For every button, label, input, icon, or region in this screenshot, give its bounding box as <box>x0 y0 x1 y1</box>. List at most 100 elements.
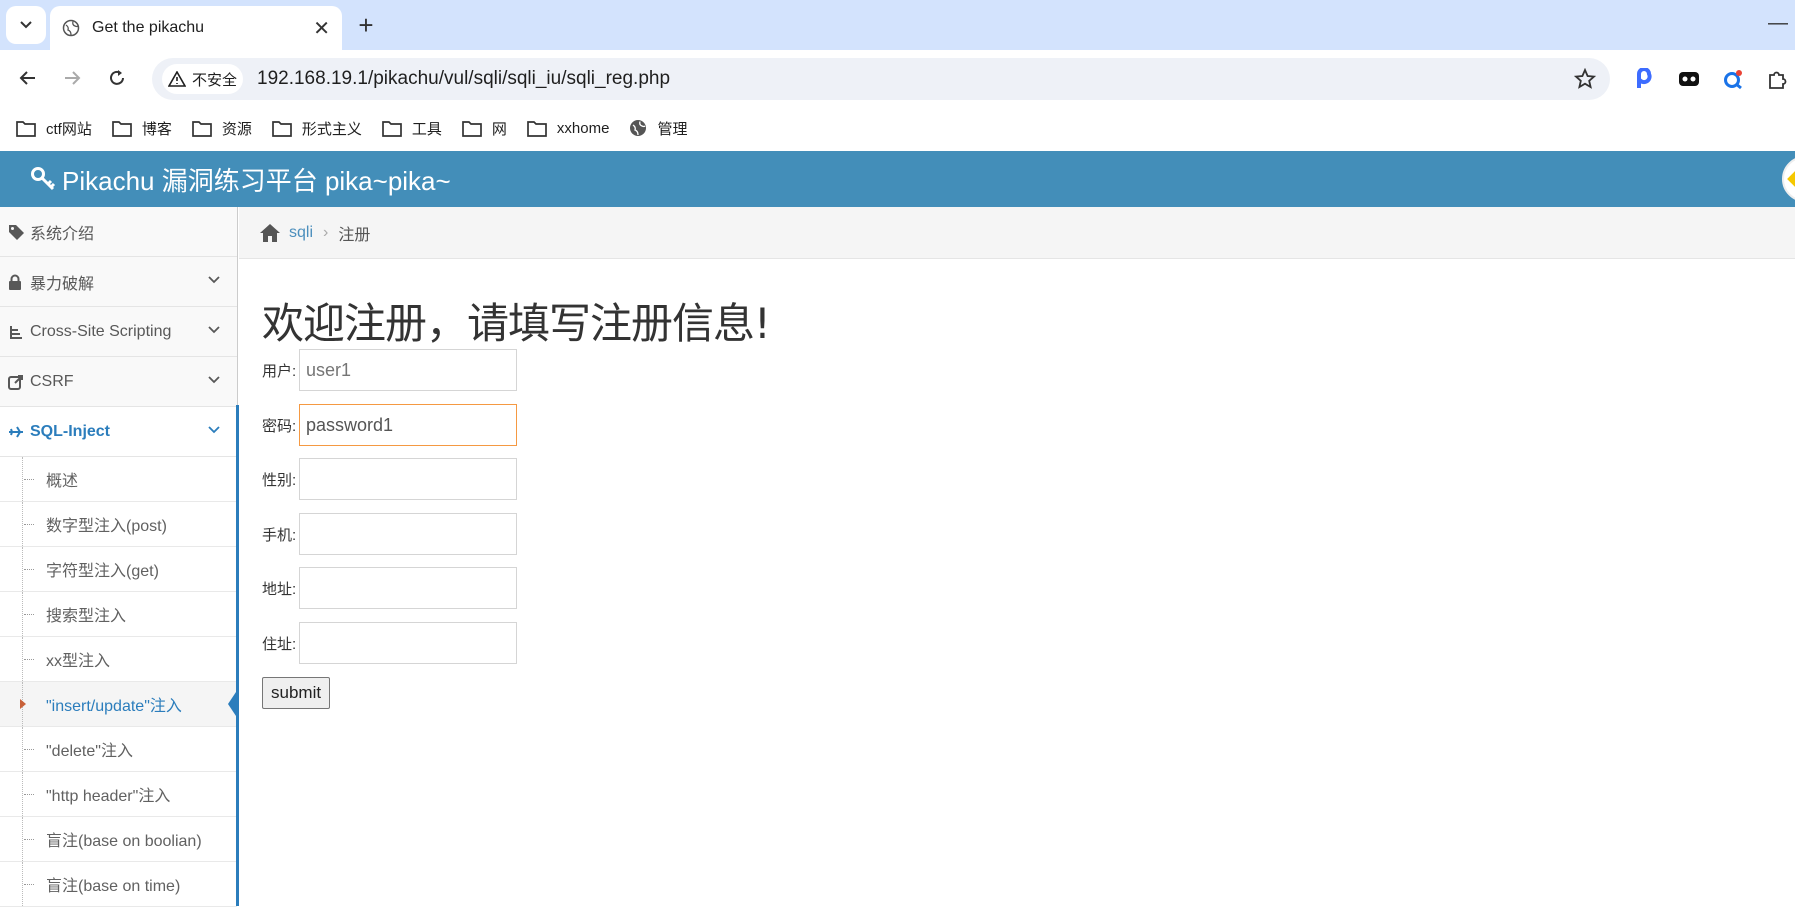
chevron-down-icon <box>208 426 220 434</box>
submenu-label: 概述 <box>46 473 79 490</box>
browser-tab[interactable]: Get the pikachu ✕ <box>50 6 342 50</box>
sidebar-item-label: 暴力破解 <box>30 275 95 293</box>
sidebar-item-label: Cross-Site Scripting <box>30 322 172 340</box>
sidebar-item-bruteforce[interactable]: 暴力破解 <box>0 257 237 307</box>
reload-icon <box>110 70 124 85</box>
submenu-label: "insert/update"注入 <box>46 698 182 715</box>
bookmark-item[interactable]: ctf网站 <box>16 118 92 139</box>
extension-search-icon[interactable] <box>1720 66 1746 92</box>
folder-icon <box>382 120 402 137</box>
sex-row: 性别: <box>262 458 517 500</box>
bookmark-label: 工具 <box>411 120 442 138</box>
sidebar-item-intro[interactable]: 系统介绍 <box>0 207 237 257</box>
phone-row: 手机: <box>262 513 517 555</box>
folder-icon <box>462 120 482 137</box>
bookmark-item[interactable]: xxhome <box>527 119 610 137</box>
bookmark-label: 资源 <box>221 120 252 138</box>
page-title: 欢迎注册，请填写注册信息! <box>262 299 771 348</box>
address-input[interactable] <box>299 567 517 609</box>
extensions-puzzle-icon[interactable] <box>1764 66 1790 92</box>
home-icon[interactable] <box>259 223 281 243</box>
submenu-label: "delete"注入 <box>46 743 133 760</box>
submenu-item[interactable]: "delete"注入 <box>0 727 237 772</box>
bookmark-item[interactable]: 工具 <box>382 118 442 139</box>
submenu-item-active[interactable]: "insert/update"注入 <box>0 682 238 727</box>
brand-title[interactable]: Pikachu 漏洞练习平台 pika~pika~ <box>62 161 451 198</box>
submenu-item[interactable]: 字符型注入(get) <box>0 547 237 592</box>
address-row: 地址: <box>262 567 517 609</box>
password-row: 密码: <box>262 404 517 446</box>
submenu-item[interactable]: 数字型注入(post) <box>0 502 237 547</box>
bookmark-item[interactable]: 博客 <box>111 118 172 139</box>
sidebar-item-label: 系统介绍 <box>30 225 95 243</box>
bookmarks-bar: ctf网站 博客 资源 形式主义 工具 网 xxhome 管理 <box>0 106 1795 150</box>
sex-input[interactable] <box>299 458 517 500</box>
extension-p-icon[interactable] <box>1632 66 1658 92</box>
tags-icon <box>8 224 30 240</box>
submenu-label: 数字型注入(post) <box>46 518 167 535</box>
submenu-label: xx型注入 <box>46 653 111 670</box>
sidebar-item-sqli[interactable]: SQL-Inject <box>0 407 237 457</box>
bookmark-item[interactable]: 形式主义 <box>272 118 362 139</box>
sitemap-icon <box>8 324 30 340</box>
address-bar[interactable]: 不安全 192.168.19.1/pikachu/vul/sqli/sqli_i… <box>152 58 1610 100</box>
submenu-item[interactable]: 搜索型注入 <box>0 592 237 637</box>
bookmark-item[interactable]: 管理 <box>629 118 687 139</box>
register-form: 欢迎注册，请填写注册信息! 用户: 密码: 性别: 手机: 地址: 住址: su… <box>262 290 771 709</box>
field-label: 手机: <box>262 526 297 544</box>
security-label: 不安全 <box>192 71 238 89</box>
submenu-item[interactable]: 盲注(base on time) <box>0 862 237 907</box>
phone-input[interactable] <box>299 513 517 555</box>
field-label: 地址: <box>262 580 297 598</box>
reload-button[interactable] <box>103 64 131 92</box>
back-button[interactable] <box>14 64 42 92</box>
url-text[interactable]: 192.168.19.1/pikachu/vul/sqli/sqli_iu/sq… <box>257 68 670 90</box>
bookmark-label: xxhome <box>556 119 610 137</box>
password-input[interactable] <box>299 404 517 446</box>
tab-search-button[interactable] <box>6 6 46 44</box>
caret-right-icon <box>20 699 26 709</box>
globe-icon <box>62 19 80 37</box>
bookmark-label: 网 <box>491 120 507 138</box>
residence-input[interactable] <box>299 622 517 664</box>
sidebar: 系统介绍 暴力破解 Cross-Site Scripting CSRF SQL-… <box>0 207 238 907</box>
folder-icon <box>111 120 132 137</box>
submenu-label: 字符型注入(get) <box>46 563 159 580</box>
residence-row: 住址: <box>262 622 517 664</box>
folder-icon <box>16 120 36 137</box>
submenu-item[interactable]: xx型注入 <box>0 637 237 682</box>
folder-icon <box>527 120 547 137</box>
breadcrumb-link[interactable]: sqli <box>289 224 313 242</box>
bookmark-label: 管理 <box>657 120 688 138</box>
submenu-label: "http header"注入 <box>46 788 171 805</box>
arrow-right-icon <box>65 71 81 85</box>
bookmark-star-icon[interactable] <box>1574 68 1596 90</box>
extension-mask-icon[interactable] <box>1676 66 1702 92</box>
submenu-item[interactable]: "http header"注入 <box>0 772 237 817</box>
sqli-submenu: 概述 数字型注入(post) 字符型注入(get) 搜索型注入 xx型注入 "i… <box>0 457 238 907</box>
lock-icon <box>8 274 30 290</box>
sidebar-active-edge <box>236 405 239 906</box>
minimize-button[interactable]: — <box>1768 12 1788 35</box>
sidebar-item-csrf[interactable]: CSRF <box>0 357 237 407</box>
submenu-item[interactable]: 盲注(base on boolian) <box>0 817 237 862</box>
forward-button[interactable] <box>58 64 86 92</box>
chevron-down-icon <box>208 376 220 384</box>
folder-icon <box>192 120 212 137</box>
submit-button[interactable]: submit <box>262 677 331 709</box>
bookmark-item[interactable]: 资源 <box>192 118 252 139</box>
submenu-item[interactable]: 概述 <box>0 457 237 502</box>
chevron-right-icon: › <box>323 223 329 241</box>
security-chip[interactable]: 不安全 <box>162 64 244 94</box>
username-input[interactable] <box>299 349 517 391</box>
chevron-down-icon <box>20 21 32 29</box>
sidebar-item-xss[interactable]: Cross-Site Scripting <box>0 307 237 357</box>
bookmark-item[interactable]: 网 <box>462 118 507 139</box>
new-tab-button[interactable]: + <box>354 10 378 41</box>
share-icon <box>8 374 30 390</box>
bookmark-label: ctf网站 <box>46 120 92 138</box>
sidebar-item-label: SQL-Inject <box>30 422 111 440</box>
tab-close-icon[interactable]: ✕ <box>313 16 330 41</box>
bookmark-label: 博客 <box>141 120 172 138</box>
browser-toolbar: 不安全 192.168.19.1/pikachu/vul/sqli/sqli_i… <box>0 50 1795 106</box>
